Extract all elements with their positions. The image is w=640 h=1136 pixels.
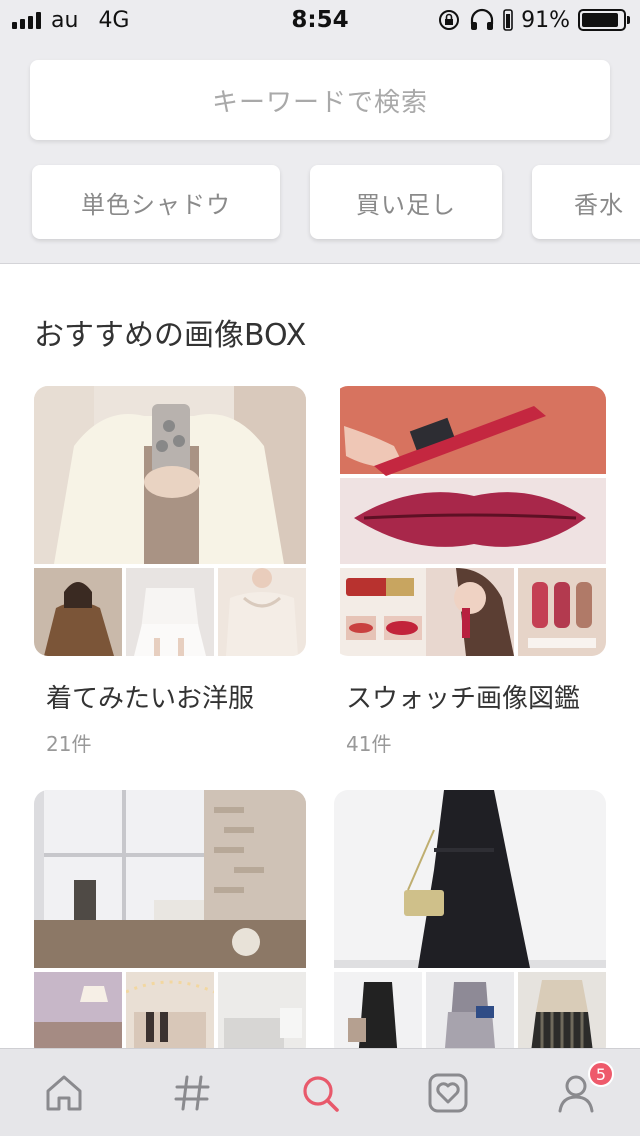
notification-badge: 5 (588, 1061, 614, 1087)
tab-favorites[interactable] (384, 1049, 512, 1136)
chip-perfume[interactable]: 香水 (532, 165, 640, 239)
tab-bar: 5 (0, 1048, 640, 1136)
status-bar: au 4G 8:54 91% (0, 0, 640, 40)
box-thumb-3 (218, 972, 306, 1060)
box-image-mosaic (334, 386, 606, 656)
box-main-image (334, 790, 606, 968)
keyword-chips: 単色シャドウ 買い足し 香水 (32, 165, 640, 241)
box-thumb-2 (126, 568, 214, 656)
box-title: 着てみたいお洋服 (46, 684, 255, 714)
search-icon (303, 1075, 339, 1112)
chip-kaitashi[interactable]: 買い足し (310, 165, 502, 239)
tab-search[interactable] (256, 1049, 384, 1136)
tab-home[interactable] (0, 1049, 128, 1136)
box-thumb-3 (218, 568, 306, 656)
tab-hashtag[interactable] (128, 1049, 256, 1136)
box-thumb-1 (340, 568, 428, 656)
box-card-room[interactable] (34, 790, 306, 1060)
search-header: キーワードで検索 単色シャドウ 買い足し 香水 (0, 40, 640, 264)
box-main-image (34, 386, 306, 564)
box-title: スウォッチ画像図鑑 (346, 684, 581, 714)
box-thumb-3 (518, 972, 606, 1060)
section-title: おすすめの画像BOX (34, 318, 307, 353)
box-thumb-1 (334, 972, 422, 1060)
hashtag-icon (174, 1075, 210, 1110)
box-main-image (340, 386, 606, 564)
battery-icon (578, 9, 630, 31)
search-input[interactable]: キーワードで検索 (30, 60, 610, 140)
box-image-mosaic (34, 386, 306, 656)
box-card-dress[interactable] (334, 790, 606, 1060)
box-image-mosaic (34, 790, 306, 1060)
orientation-lock-icon (439, 10, 460, 30)
box-count: 21件 (46, 732, 92, 756)
box-card-swatch[interactable]: スウォッチ画像図鑑 41件 (334, 386, 606, 766)
battery-charging-icon (503, 9, 513, 31)
home-icon (46, 1075, 82, 1110)
battery-fill (582, 13, 619, 27)
box-count: 41件 (346, 732, 392, 756)
box-thumb-2 (426, 972, 514, 1060)
box-thumb-3 (518, 568, 606, 656)
headphones-icon (470, 8, 494, 30)
box-thumb-1 (34, 972, 122, 1060)
status-right: 91% (437, 0, 630, 40)
heart-icon (428, 1073, 468, 1112)
box-image-mosaic (334, 790, 606, 1060)
chip-single-shadow[interactable]: 単色シャドウ (32, 165, 280, 239)
battery-percent: 91% (521, 7, 570, 33)
box-thumb-1 (34, 568, 122, 656)
box-main-image (34, 790, 306, 968)
tab-profile[interactable]: 5 (512, 1049, 640, 1136)
box-thumb-2 (126, 972, 214, 1060)
box-thumb-2 (426, 568, 514, 656)
box-card-clothes[interactable]: 着てみたいお洋服 21件 (34, 386, 306, 766)
